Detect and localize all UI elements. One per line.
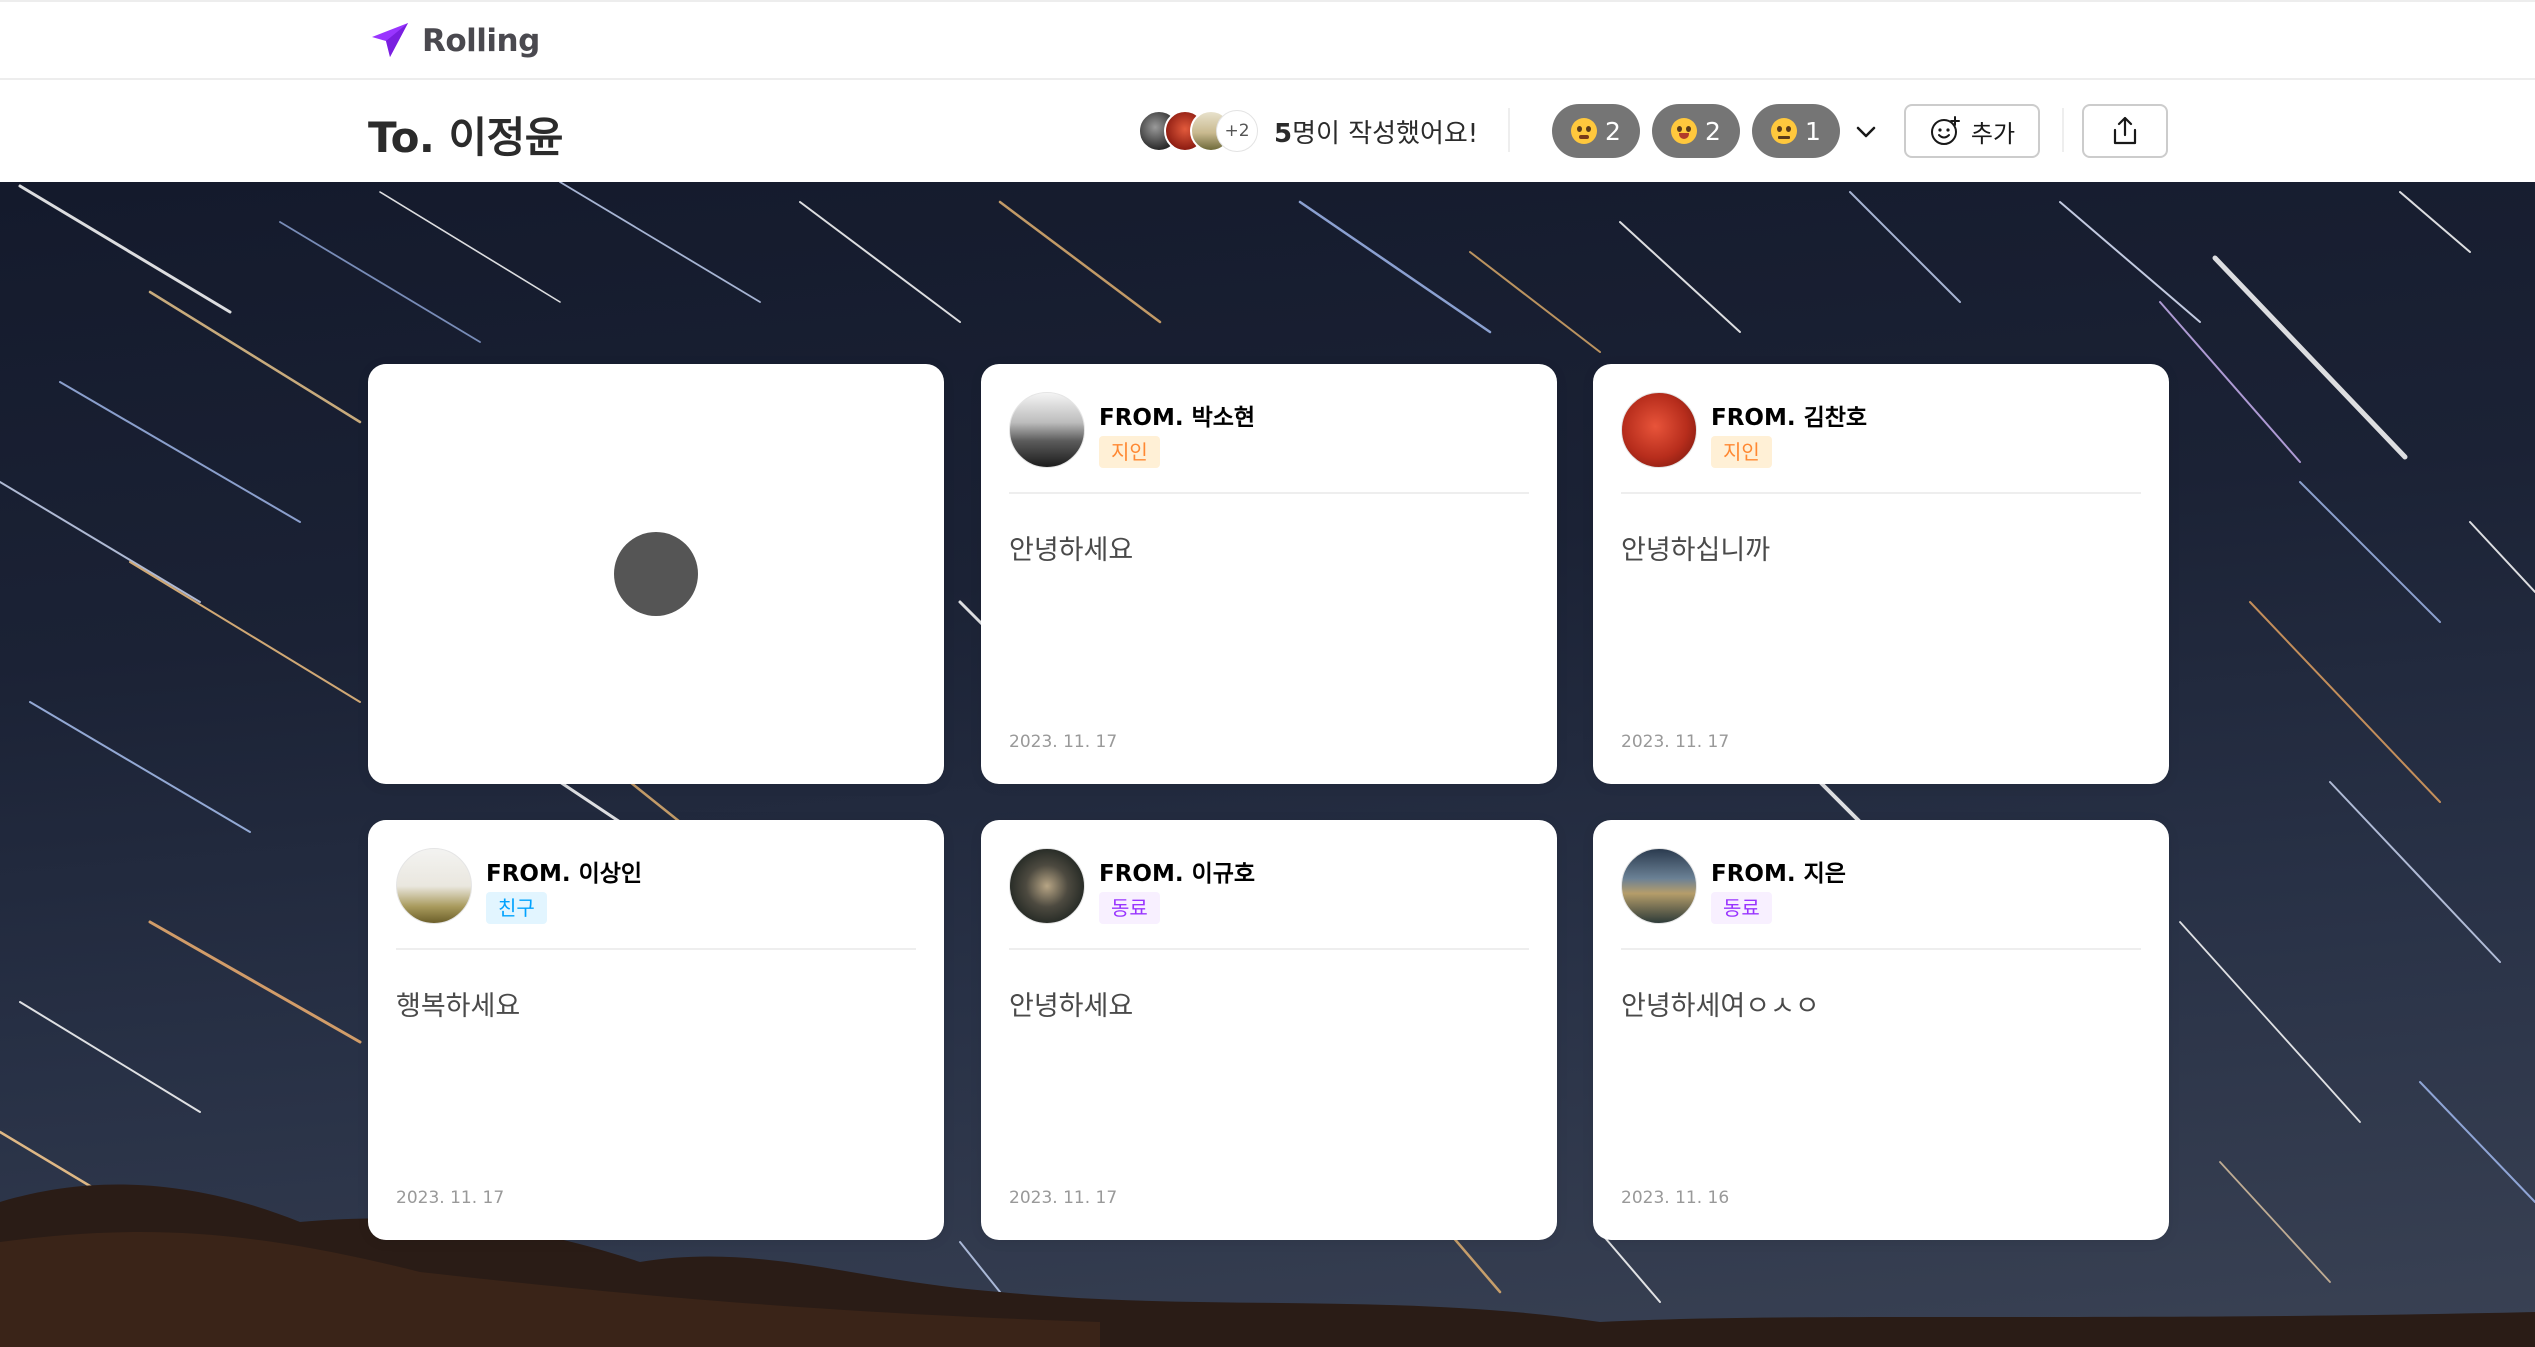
sender-avatar (1621, 392, 1697, 468)
chevron-down-icon (1856, 126, 1876, 138)
message-text: 행복하세요 (396, 991, 521, 1022)
message-text: 안녕하세요 (1009, 535, 1134, 566)
relationship-badge: 동료 (1099, 892, 1160, 924)
writer-count: 5명이 작성했어요! (1274, 118, 1479, 149)
reaction-count: 2 (1605, 116, 1621, 146)
card-header: FROM. 이규호 동료 (1009, 848, 1529, 950)
share-button[interactable] (2082, 104, 2168, 158)
add-reaction-label: 추가 (1970, 119, 2016, 148)
message-text: 안녕하세여ㅇㅅㅇ (1621, 991, 1820, 1022)
reaction-badge[interactable]: 1 (1752, 104, 1840, 158)
card-header: FROM. 김찬호 지인 (1621, 392, 2141, 494)
post-background: FROM. 박소현 지인 안녕하세요 2023. 11. 17 FROM. 김찬… (0, 182, 2535, 1347)
message-date: 2023. 11. 17 (1009, 1188, 1118, 1208)
card-header: FROM. 박소현 지인 (1009, 392, 1529, 494)
relationship-badge: 지인 (1711, 436, 1772, 468)
writers-summary: +2 5명이 작성했어요! (1138, 109, 1478, 153)
more-writers-count: +2 (1216, 110, 1258, 152)
plus-icon (372, 368, 404, 400)
paper-plane-icon (372, 23, 408, 57)
sender-name: FROM. 박소현 (1099, 405, 1256, 431)
message-card[interactable]: FROM. 이규호 동료 안녕하세요 2023. 11. 17 (981, 820, 1557, 1240)
card-header: FROM. 지은 동료 (1621, 848, 2141, 950)
reaction-count: 1 (1805, 116, 1821, 146)
sender-avatar (1009, 392, 1085, 468)
message-date: 2023. 11. 17 (1009, 732, 1118, 752)
logo[interactable]: Rolling (368, 18, 540, 64)
sender-name: FROM. 이규호 (1099, 861, 1256, 887)
relationship-badge: 친구 (486, 892, 547, 924)
reaction-badge[interactable]: 2 (1552, 104, 1640, 158)
sender-name: FROM. 이상인 (486, 861, 643, 887)
relationship-badge: 지인 (1099, 436, 1160, 468)
writer-avatars: +2 (1138, 110, 1258, 152)
card-header: FROM. 이상인 친구 (396, 848, 916, 950)
message-card[interactable]: FROM. 박소현 지인 안녕하세요 2023. 11. 17 (981, 364, 1557, 784)
message-text: 안녕하세요 (1009, 991, 1134, 1022)
emoji-face-icon (1771, 118, 1798, 144)
recipient-title: To. 이정윤 (368, 113, 563, 162)
post-header: To. 이정윤 +2 5명이 작성했어요! 2 2 1 추가 (0, 80, 2535, 182)
sender-avatar (1621, 848, 1697, 924)
message-date: 2023. 11. 17 (1621, 732, 1730, 752)
message-date: 2023. 11. 17 (396, 1188, 505, 1208)
message-card[interactable]: FROM. 이상인 친구 행복하세요 2023. 11. 17 (368, 820, 944, 1240)
reaction-count: 2 (1705, 116, 1721, 146)
relationship-badge: 동료 (1711, 892, 1772, 924)
message-date: 2023. 11. 16 (1621, 1188, 1730, 1208)
divider (2062, 108, 2064, 152)
reaction-badge[interactable]: 2 (1652, 104, 1740, 158)
sender-avatar (396, 848, 472, 924)
message-card[interactable]: FROM. 지은 동료 안녕하세여ㅇㅅㅇ 2023. 11. 16 (1593, 820, 2169, 1240)
add-emoji-icon (1930, 116, 1960, 145)
sender-name: FROM. 김찬호 (1711, 405, 1868, 431)
emoji-face-icon (1671, 118, 1698, 144)
sender-avatar (1009, 848, 1085, 924)
emoji-face-icon (1571, 118, 1598, 144)
message-text: 안녕하십니까 (1621, 535, 1771, 566)
message-card[interactable]: FROM. 김찬호 지인 안녕하십니까 2023. 11. 17 (1593, 364, 2169, 784)
global-nav: Rolling (0, 0, 2535, 80)
logo-text: Rolling (422, 23, 540, 59)
add-message-card[interactable] (368, 364, 944, 784)
add-reaction-button[interactable]: 추가 (1904, 104, 2040, 158)
divider (1508, 108, 1510, 152)
share-icon (2113, 116, 2137, 145)
reactions-dropdown-toggle[interactable] (1850, 116, 1882, 148)
sender-name: FROM. 지은 (1711, 861, 1846, 887)
add-message-button[interactable] (372, 368, 698, 616)
